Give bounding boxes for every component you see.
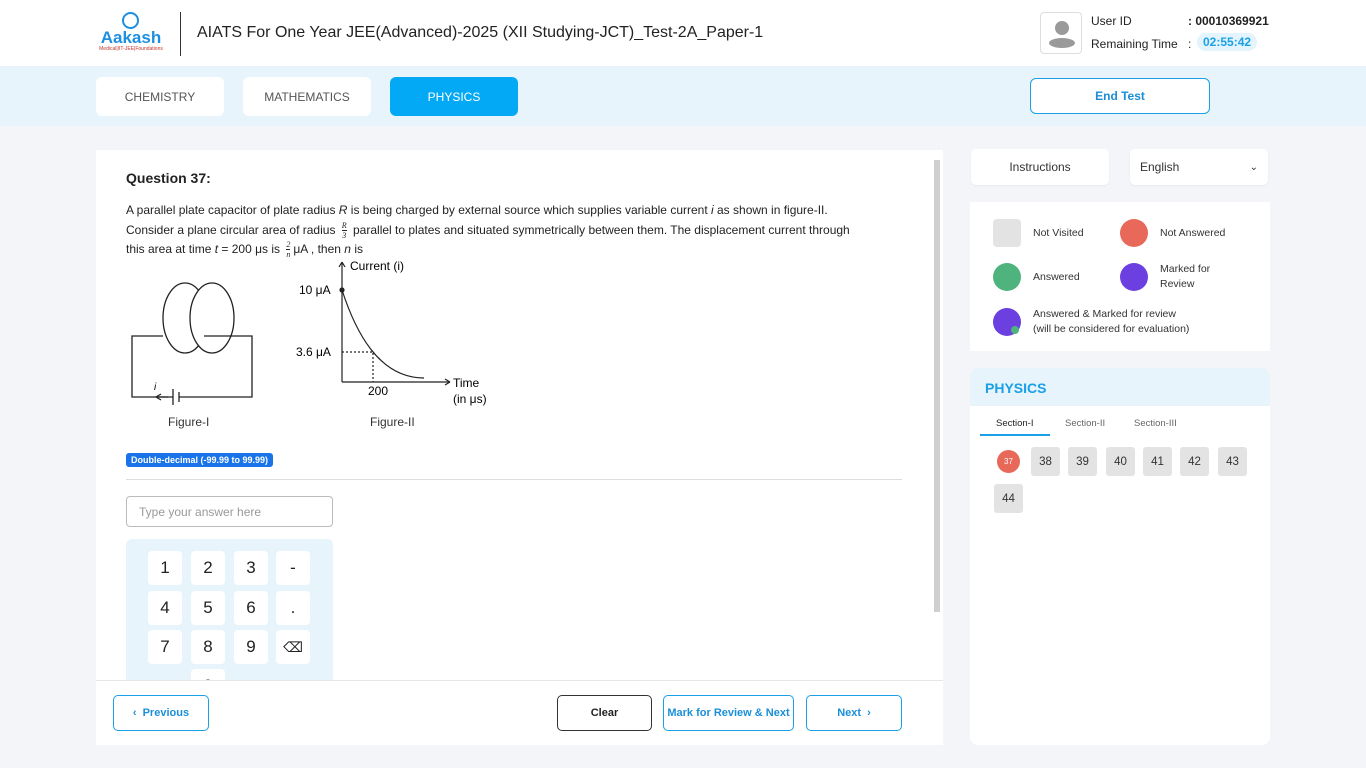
key-9[interactable]: 9 [234,630,268,664]
reference-dashed-line [342,351,374,382]
question-figures: i Figure-I Current (i) 10 μA 3.6 μA 200 … [131,259,487,429]
key-minus[interactable]: - [276,551,310,585]
figure-1-circuit [131,282,253,405]
user-avatar-icon [1040,12,1082,54]
header: Aakash Medical|IIT-JEE|Foundations AIATS … [0,0,1366,66]
remaining-time-label: Remaining Time [1091,37,1178,51]
not-answered-icon [1120,219,1148,247]
answered-marked-icon [993,308,1021,336]
instructions-button[interactable]: Instructions [971,149,1109,185]
language-select[interactable]: English ⌄ [1130,149,1268,185]
key-3[interactable]: 3 [234,551,268,585]
section-tab-2[interactable]: Section-II [1065,418,1105,429]
key-6[interactable]: 6 [234,591,268,625]
key-7[interactable]: 7 [148,630,182,664]
time-separator: : [1188,37,1192,51]
figure-2-graph [338,261,451,386]
divider [96,680,943,681]
mark-review-next-button[interactable]: Mark for Review & Next [663,695,794,731]
section-tab-3[interactable]: Section-III [1134,418,1177,429]
legend-answered-marked-note: (will be considered for evaluation) [1033,323,1190,335]
legend-not-visited: Not Visited [1033,227,1084,239]
question-scrollbar[interactable] [933,152,941,680]
chevron-right-icon: › [867,707,871,719]
question-button-39[interactable]: 39 [1068,447,1097,476]
current-decay-curve [341,289,425,379]
chevron-down-icon: ⌄ [1249,161,1258,173]
question-panel: Question 37: A parallel plate capacitor … [96,150,943,745]
key-4[interactable]: 4 [148,591,182,625]
question-button-41[interactable]: 41 [1143,447,1172,476]
fig1-current-label: i [154,382,157,393]
key-1[interactable]: 1 [148,551,182,585]
question-button-43[interactable]: 43 [1218,447,1247,476]
fig2-x-tick-200: 200 [368,384,388,398]
fig2-x-unit: (in μs) [453,392,487,406]
divider [126,479,902,480]
logo-tagline: Medical|IIT-JEE|Foundations [99,46,163,52]
question-palette: PHYSICS Section-I Section-II Section-III… [970,368,1270,745]
answered-icon [993,263,1021,291]
question-button-44[interactable]: 44 [994,484,1023,513]
tab-physics[interactable]: PHYSICS [390,77,518,116]
key-8[interactable]: 8 [191,630,225,664]
marked-review-icon [1120,263,1148,291]
user-id-value: : 00010369921 [1188,14,1269,28]
question-button-38[interactable]: 38 [1031,447,1060,476]
test-title: AIATS For One Year JEE(Advanced)-2025 (X… [197,24,764,41]
legend-answered-marked: Answered & Marked for review [1033,308,1176,320]
question-button-37[interactable]: 37 [997,450,1020,473]
figure-1-caption: Figure-I [168,415,209,429]
end-test-button[interactable]: End Test [1030,78,1210,114]
numeric-keypad: 1 2 3 - 4 5 6 . 7 8 9 ⌫ 0 [126,539,333,680]
question-button-40[interactable]: 40 [1106,447,1135,476]
status-legend: Not Visited Not Answered Answered Marked… [970,202,1270,351]
logo-text: Aakash [100,28,162,47]
question-number: Question 37: [126,170,211,186]
fig2-y-label: Current (i) [350,259,404,273]
remaining-time: 02:55:42 [1197,33,1258,51]
active-section-underline [980,434,1050,436]
tab-mathematics[interactable]: MATHEMATICS [243,77,371,116]
legend-answered: Answered [1033,271,1080,283]
fig2-y-tick-3-6: 3.6 μA [296,345,331,359]
fig2-y-tick-10: 10 μA [299,283,331,297]
logo-emblem-icon [122,12,139,29]
clear-button[interactable]: Clear [557,695,652,731]
legend-marked-review: Marked for Review [1160,263,1211,290]
key-5[interactable]: 5 [191,591,225,625]
section-tab-1[interactable]: Section-I [996,418,1034,429]
aakash-logo: Aakash Medical|IIT-JEE|Foundations [94,12,168,56]
question-button-42[interactable]: 42 [1180,447,1209,476]
previous-button[interactable]: ‹ Previous [113,695,209,731]
next-button[interactable]: Next › [806,695,902,731]
figure-2-caption: Figure-II [370,415,415,429]
key-decimal[interactable]: . [276,591,310,625]
chevron-left-icon: ‹ [132,707,137,719]
backspace-icon[interactable]: ⌫ [276,630,310,664]
divider [180,12,181,56]
key-0[interactable]: 0 [191,669,225,680]
answer-input[interactable] [126,496,333,527]
not-visited-icon [993,219,1021,247]
legend-not-answered: Not Answered [1160,227,1226,239]
user-id-label: User ID [1091,14,1132,28]
tab-chemistry[interactable]: CHEMISTRY [96,77,224,116]
key-2[interactable]: 2 [191,551,225,585]
palette-title: PHYSICS [970,368,1270,406]
answer-type-badge: Double-decimal (-99.99 to 99.99) [126,453,274,467]
fig2-x-label: Time [453,376,480,390]
